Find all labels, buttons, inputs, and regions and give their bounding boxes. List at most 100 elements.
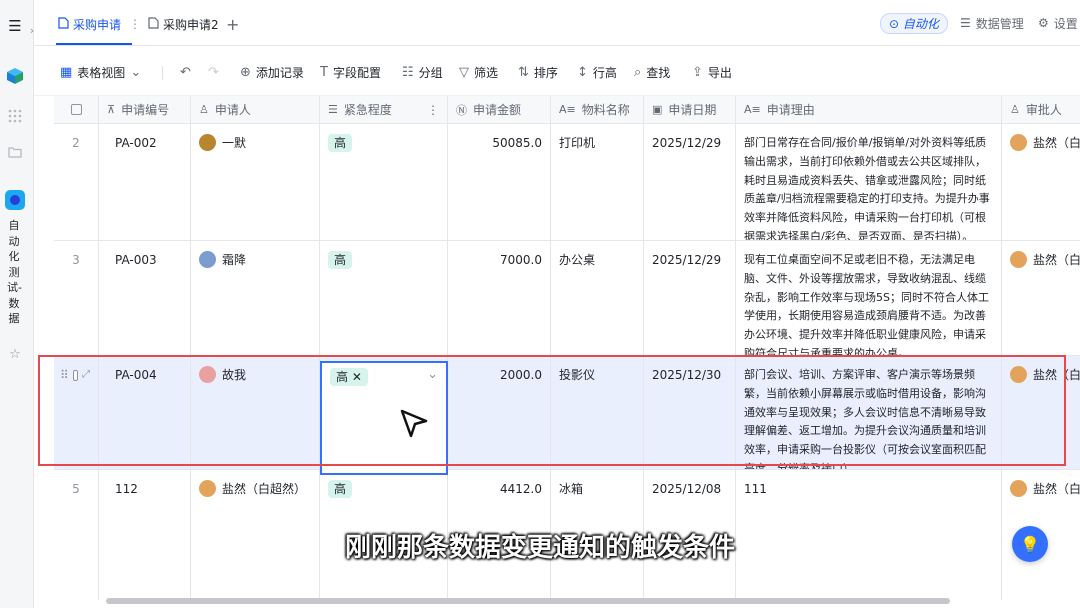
urgency-editor[interactable]: 高 ✕ ⌄	[320, 361, 448, 475]
group-label: 分组	[418, 65, 443, 80]
document-icon	[58, 16, 69, 32]
table-row[interactable]: 3 PA-003 霜降 高 7000.0 办公桌 2025/12/29 现有工位…	[54, 241, 1080, 356]
chevron-down-icon: ⌄	[130, 64, 142, 80]
applicant-cell[interactable]: 故我	[191, 356, 320, 469]
urgency-tag-label: 高	[336, 370, 349, 384]
column-header[interactable]: ♙ 审批人	[1002, 96, 1080, 123]
avatar	[1010, 366, 1027, 383]
row-index: 3	[54, 241, 99, 355]
request-id[interactable]: PA-003	[99, 241, 191, 355]
table-header-row: ⊼ 申请编号 ♙ 申请人 ☰ 紧急程度 ⋮ Ⓝ 申请金额 A≡ 物料名称 ▣ 申请日期 A≡…	[54, 96, 1080, 124]
drag-handle-icon[interactable]: ⠿	[60, 366, 69, 469]
reason-cell[interactable]: 部门日常存在合同/报价单/报销单/对外资料等纸质输出需求，当前打印依赖外借或去公…	[736, 124, 1002, 240]
active-tab-indicator	[56, 43, 132, 45]
remove-tag-icon[interactable]: ✕	[352, 370, 362, 384]
row-height-button[interactable]: ↕ 行高	[577, 63, 617, 81]
avatar	[199, 366, 216, 383]
urgency-cell[interactable]: 高	[320, 241, 448, 355]
view-switcher[interactable]: ▦ 表格视图 ⌄	[60, 63, 141, 81]
chevron-down-icon[interactable]: ⌄	[427, 367, 438, 382]
horizontal-scrollbar[interactable]	[106, 598, 950, 604]
group-button[interactable]: ☷ 分组	[402, 63, 443, 81]
avatar	[1010, 134, 1027, 151]
material-cell[interactable]: 投影仪	[551, 356, 644, 469]
avatar	[1010, 480, 1027, 497]
menu-icon[interactable]: ☰	[5, 16, 25, 36]
cube-icon[interactable]	[5, 66, 25, 86]
row-checkbox[interactable]	[72, 370, 78, 381]
data-management-label: 数据管理	[975, 16, 1024, 31]
applicant-cell[interactable]: 霜降	[191, 241, 320, 355]
material-cell[interactable]: 打印机	[551, 124, 644, 240]
column-header[interactable]: A≡ 物料名称	[551, 96, 644, 123]
star-icon[interactable]: ☆	[5, 344, 25, 364]
avatar	[199, 480, 216, 497]
avatar	[1010, 251, 1027, 268]
column-header[interactable]: ☰ 紧急程度 ⋮	[320, 96, 448, 123]
table-row-selected[interactable]: ⠿ ⤢ PA-004 故我 2000.0 投影仪 2025/12/30 部门会议…	[54, 356, 1080, 470]
field-config-button[interactable]: T 字段配置	[320, 63, 381, 81]
field-config-icon: T	[320, 64, 328, 80]
left-rail: ☰ › 自动化测试-数据 ☆	[0, 0, 34, 608]
avatar	[199, 251, 216, 268]
data-table: ⊼ 申请编号 ♙ 申请人 ☰ 紧急程度 ⋮ Ⓝ 申请金额 A≡ 物料名称 ▣ 申请日期 A≡…	[54, 96, 1080, 600]
app-logo-icon[interactable]	[5, 190, 25, 210]
filter-button[interactable]: ▽ 筛选	[459, 63, 498, 81]
add-tab-icon[interactable]: +	[226, 14, 239, 34]
add-record-button[interactable]: ⊕ 添加记录	[240, 63, 304, 81]
request-id[interactable]: PA-004	[99, 356, 191, 469]
date-cell[interactable]: 2025/12/29	[644, 241, 736, 355]
column-header[interactable]: ⊼ 申请编号	[99, 96, 191, 123]
more-vertical-icon[interactable]: ⋮	[427, 103, 439, 117]
reason-cell[interactable]: 现有工位桌面空间不足或老旧不稳，无法满足电脑、文件、外设等摆放需求，导致收纳混乱…	[736, 241, 1002, 355]
approver-cell[interactable]: 盐然（白超然）	[1002, 356, 1080, 469]
column-header[interactable]: ▣ 申请日期	[644, 96, 736, 123]
export-label: 导出	[707, 65, 732, 80]
column-header[interactable]: ♙ 申请人	[191, 96, 320, 123]
undo-button[interactable]: ↶	[180, 63, 191, 81]
video-caption: 刚刚那条数据变更通知的触发条件	[344, 533, 735, 563]
document-icon	[148, 16, 159, 32]
automation-button[interactable]: ⊙ 自动化	[880, 12, 948, 34]
apps-grid-icon[interactable]	[5, 106, 25, 126]
request-id[interactable]: PA-002	[99, 124, 191, 240]
table-row[interactable]: 2 PA-002 一默 高 50085.0 打印机 2025/12/29 部门日…	[54, 124, 1080, 241]
more-vertical-icon[interactable]: ⋮	[129, 17, 141, 31]
sort-button[interactable]: ⇅ 排序	[518, 63, 558, 81]
field-config-label: 字段配置	[332, 65, 381, 80]
applicant-cell[interactable]: 一默	[191, 124, 320, 240]
toolbar: ▦ 表格视图 ⌄ ↶ ↷ ⊕ 添加记录 T 字段配置 ☷ 分组 ▽ 筛选 ⇅ 排…	[34, 46, 1080, 96]
column-header[interactable]: A≡ 申请理由	[736, 96, 1002, 123]
amount-cell[interactable]: 2000.0	[448, 356, 551, 469]
export-button[interactable]: ⇪ 导出	[692, 63, 732, 81]
database-icon: ☰	[960, 16, 971, 30]
urgency-cell[interactable]: 高	[320, 124, 448, 240]
data-management-button[interactable]: ☰ 数据管理	[960, 13, 1024, 33]
date-cell[interactable]: 2025/12/30	[644, 356, 736, 469]
select-all-checkbox[interactable]	[54, 96, 99, 123]
tab-bar: 采购申请 ⋮ 采购申请2 + ⊙ 自动化 ☰ 数据管理 ⚙ 设置	[34, 0, 1080, 46]
column-header[interactable]: Ⓝ 申请金额	[448, 96, 551, 123]
text-icon: A≡	[744, 103, 761, 116]
tab-procurement[interactable]: 采购申请 ⋮	[58, 14, 141, 34]
reason-cell[interactable]: 部门会议、培训、方案评审、客户演示等场景频繁，当前依赖小屏幕展示或临时借用设备，…	[736, 356, 1002, 469]
date-cell[interactable]: 2025/12/29	[644, 124, 736, 240]
auto-number-icon: ⊼	[107, 103, 116, 116]
expand-icon[interactable]: ⤢	[82, 366, 90, 469]
export-icon: ⇪	[692, 64, 703, 80]
find-button[interactable]: ⌕ 查找	[634, 63, 670, 81]
approver-cell[interactable]: 盐然（白超然）	[1002, 241, 1080, 355]
redo-button[interactable]: ↷	[208, 63, 219, 81]
material-cell[interactable]: 办公桌	[551, 241, 644, 355]
amount-cell[interactable]: 50085.0	[448, 124, 551, 240]
tab-procurement-2[interactable]: 采购申请2	[148, 14, 219, 34]
row-height-icon: ↕	[577, 64, 588, 80]
toolbar-divider	[162, 66, 163, 80]
mouse-cursor-icon	[400, 409, 428, 438]
folder-icon[interactable]	[5, 142, 25, 162]
add-record-label: 添加记录	[255, 65, 304, 80]
settings-button[interactable]: ⚙ 设置	[1038, 13, 1078, 33]
amount-cell[interactable]: 7000.0	[448, 241, 551, 355]
approver-cell[interactable]: 盐然（白超然）	[1002, 124, 1080, 240]
urgency-tag: 高	[328, 480, 353, 498]
